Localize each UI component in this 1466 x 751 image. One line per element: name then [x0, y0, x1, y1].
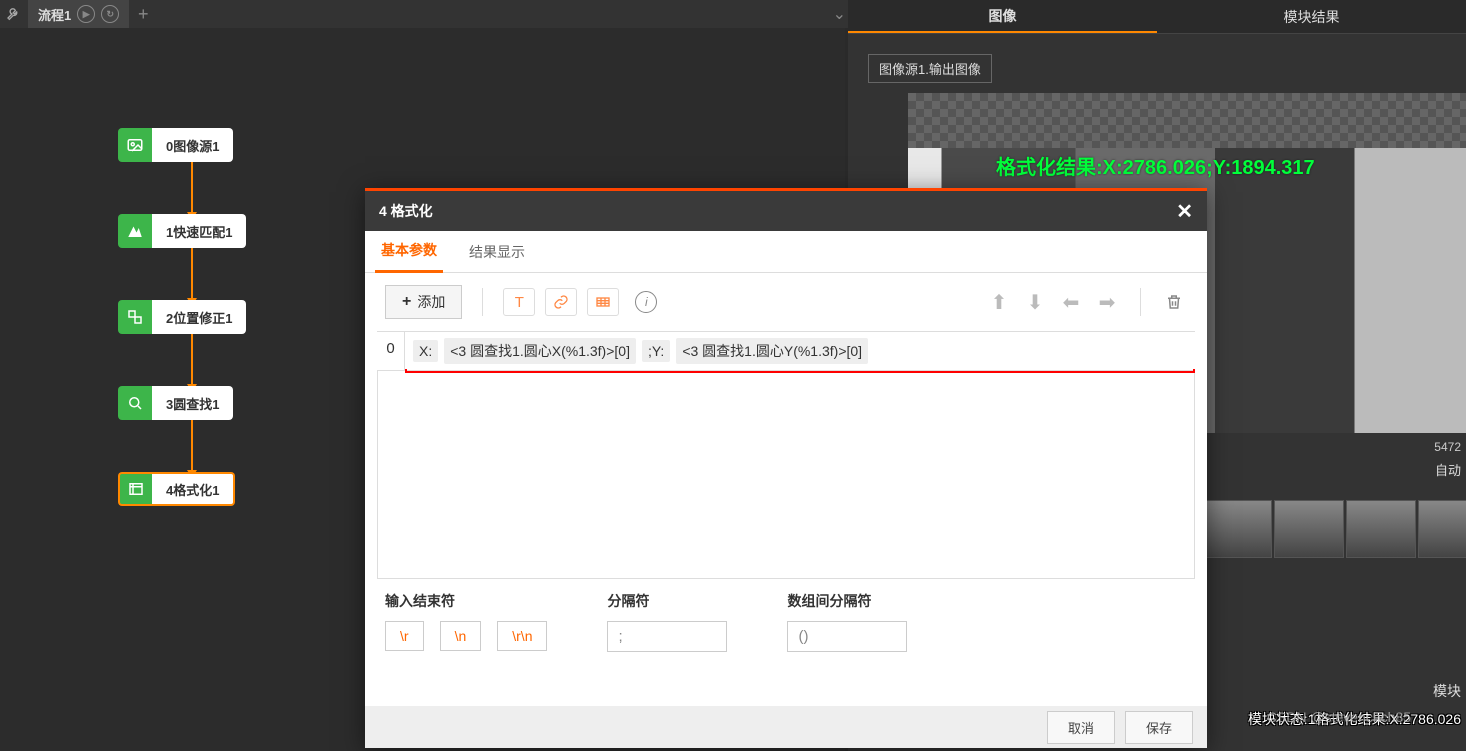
- flow-arrow: [191, 248, 193, 300]
- options-row: 输入结束符 \r \n \r\n 分隔符 数组间分隔符: [365, 579, 1207, 664]
- tab-basic-params[interactable]: 基本参数: [375, 230, 443, 273]
- node-label: 4格式化1: [152, 472, 235, 506]
- add-button[interactable]: + 添加: [385, 285, 462, 319]
- divider: [482, 288, 483, 316]
- formula-row[interactable]: 0 X: <3 圆查找1.圆心X(%1.3f)>[0] ;Y: <3 圆查找1.…: [377, 331, 1195, 371]
- chevron-down-icon[interactable]: ⌄: [833, 4, 846, 24]
- flow-arrow: [191, 162, 193, 214]
- terminator-label: 输入结束符: [385, 591, 547, 611]
- add-tab-button[interactable]: +: [129, 4, 157, 25]
- result-overlay-text: 格式化结果:X:2786.026;Y:1894.317: [996, 151, 1315, 180]
- arraysep-label: 数组间分隔符: [787, 591, 907, 611]
- link-tool-icon[interactable]: [545, 288, 577, 316]
- tab-image[interactable]: 图像: [848, 0, 1157, 33]
- position-icon: [118, 300, 152, 334]
- arrow-right-icon[interactable]: ➡: [1094, 289, 1120, 315]
- trash-icon[interactable]: [1161, 289, 1187, 315]
- image-number: 5472: [1434, 440, 1461, 454]
- dialog-footer: 取消 保存: [365, 706, 1207, 748]
- arrow-down-icon[interactable]: ⬇: [1022, 289, 1048, 315]
- separator-input[interactable]: [607, 621, 727, 652]
- node-label: 3圆查找1: [152, 386, 233, 420]
- right-tabs: 图像 模块结果: [848, 0, 1466, 34]
- divider: [1140, 288, 1141, 316]
- match-icon: [118, 214, 152, 248]
- flow-tab[interactable]: 流程1 ▶ ↻: [28, 0, 129, 28]
- grid-tool-icon[interactable]: [587, 288, 619, 316]
- flow-arrow: [191, 334, 193, 386]
- format-icon: [118, 472, 152, 506]
- watermark-text: CSDN @stevenchch85: [1267, 709, 1411, 725]
- token-label-x[interactable]: X:: [413, 340, 438, 362]
- play-icon[interactable]: ▶: [77, 5, 95, 23]
- format-dialog: 4 格式化 ✕ 基本参数 结果显示 + 添加 T i ⬆ ⬇ ⬅ ➡ 0 X: <…: [365, 188, 1207, 748]
- row-index: 0: [377, 332, 405, 370]
- module-label: 模块: [1433, 681, 1461, 701]
- text-tool-icon[interactable]: T: [503, 288, 535, 316]
- node-label: 2位置修正1: [152, 300, 246, 334]
- thumbnail[interactable]: [1274, 500, 1344, 558]
- node-label: 1快速匹配1: [152, 214, 246, 248]
- node-format[interactable]: 4格式化1: [118, 472, 246, 506]
- auto-label: 自动: [1435, 460, 1461, 479]
- loop-icon[interactable]: ↻: [101, 5, 119, 23]
- plus-icon: +: [402, 293, 411, 311]
- arrow-left-icon[interactable]: ⬅: [1058, 289, 1084, 315]
- terminator-rn-button[interactable]: \r\n: [497, 621, 547, 651]
- cancel-button[interactable]: 取消: [1047, 711, 1115, 744]
- flow-tab-label: 流程1: [38, 5, 71, 24]
- dialog-tabs: 基本参数 结果显示: [365, 231, 1207, 273]
- node-image-source[interactable]: 0图像源1: [118, 128, 246, 162]
- save-button[interactable]: 保存: [1125, 711, 1193, 744]
- node-position-correct[interactable]: 2位置修正1: [118, 300, 246, 334]
- thumbnail[interactable]: [1202, 500, 1272, 558]
- image-icon: [118, 128, 152, 162]
- tab-result-display[interactable]: 结果显示: [463, 232, 531, 272]
- terminator-n-button[interactable]: \n: [440, 621, 482, 651]
- formula-empty-area[interactable]: [377, 371, 1195, 579]
- node-fast-match[interactable]: 1快速匹配1: [118, 214, 246, 248]
- flow-arrow: [191, 420, 193, 472]
- token-ref-y[interactable]: <3 圆查找1.圆心Y(%1.3f)>[0]: [676, 338, 868, 364]
- terminator-r-button[interactable]: \r: [385, 621, 424, 651]
- dialog-header: 4 格式化 ✕: [365, 191, 1207, 231]
- wrench-icon[interactable]: [0, 0, 28, 28]
- close-icon[interactable]: ✕: [1176, 199, 1193, 224]
- arraysep-input[interactable]: [787, 621, 907, 652]
- token-label-y[interactable]: ;Y:: [642, 340, 670, 362]
- arrow-up-icon[interactable]: ⬆: [986, 289, 1012, 315]
- token-ref-x[interactable]: <3 圆查找1.圆心X(%1.3f)>[0]: [444, 338, 636, 364]
- node-label: 0图像源1: [152, 128, 233, 162]
- thumbnail[interactable]: [1418, 500, 1466, 558]
- thumbnail-strip: [1202, 500, 1466, 558]
- node-circle-find[interactable]: 3圆查找1: [118, 386, 246, 420]
- dialog-toolbar: + 添加 T i ⬆ ⬇ ⬅ ➡: [365, 273, 1207, 331]
- add-button-label: 添加: [417, 292, 445, 312]
- highlight-underline: [405, 369, 1195, 373]
- image-source-select[interactable]: 图像源1.输出图像: [868, 54, 992, 83]
- tab-module-result[interactable]: 模块结果: [1157, 0, 1466, 33]
- separator-label: 分隔符: [607, 591, 727, 611]
- thumbnail[interactable]: [1346, 500, 1416, 558]
- info-icon[interactable]: i: [635, 291, 657, 313]
- dialog-title: 4 格式化: [379, 201, 433, 221]
- circle-find-icon: [118, 386, 152, 420]
- formula-body[interactable]: X: <3 圆查找1.圆心X(%1.3f)>[0] ;Y: <3 圆查找1.圆心…: [405, 332, 1195, 370]
